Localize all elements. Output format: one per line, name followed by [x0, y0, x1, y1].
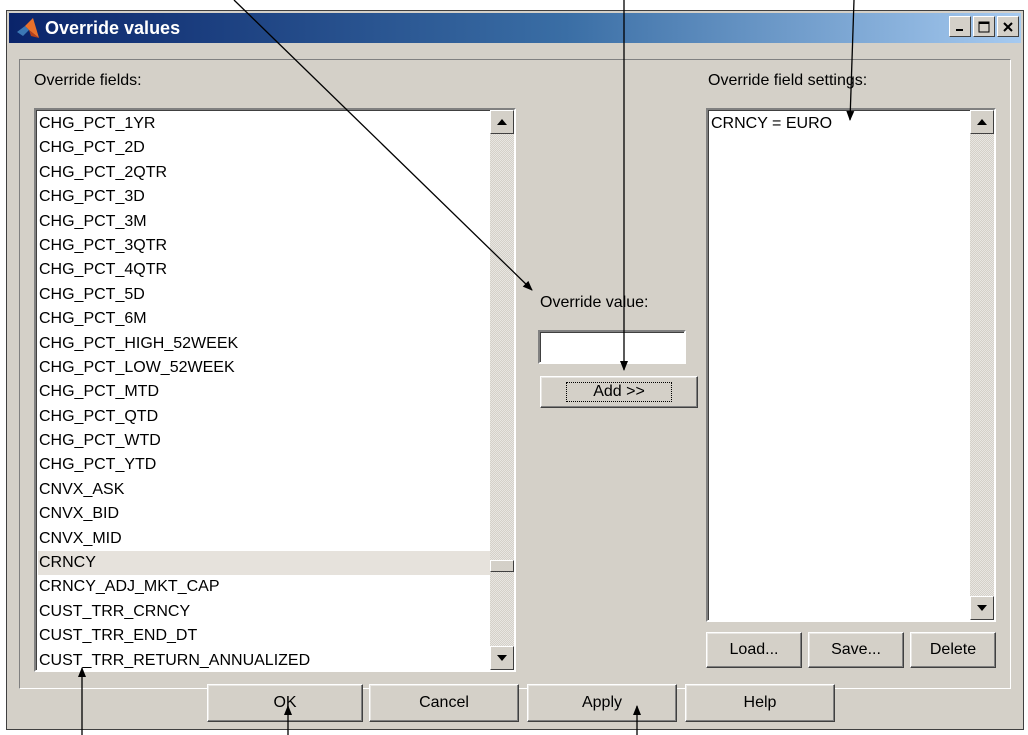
list-item[interactable]: CUST_TRR_RETURN_ANNUALIZED — [38, 649, 514, 670]
override-fields-label: Override fields: — [34, 72, 142, 89]
list-item[interactable]: CHG_PCT_3D — [38, 185, 514, 209]
scrollbar-thumb[interactable] — [490, 560, 514, 572]
list-item[interactable]: CRNCY_ADJ_MKT_CAP — [38, 575, 514, 599]
title-bar[interactable]: Override values — [9, 13, 1021, 43]
list-item[interactable]: CRNCY = EURO — [710, 112, 994, 136]
settings-scrollbar[interactable] — [970, 110, 994, 620]
override-field-settings-label: Override field settings: — [708, 72, 868, 89]
list-item[interactable]: CHG_PCT_LOW_52WEEK — [38, 356, 514, 380]
delete-button[interactable]: Delete — [910, 632, 996, 668]
override-fields-list[interactable]: CHG_PCT_1YR CHG_PCT_2D CHG_PCT_2QTR CHG_PCT… — [34, 108, 516, 672]
list-item[interactable]: CHG_PCT_3QTR — [38, 234, 514, 258]
dialog-window: Override values Override fields: CHG_PCT… — [6, 10, 1024, 730]
main-panel: Override fields: CHG_PCT_1YR CHG_PCT_2D CH… — [19, 59, 1011, 689]
scroll-up-arrow-icon[interactable] — [970, 110, 994, 134]
list-item[interactable]: CHG_PCT_5D — [38, 283, 514, 307]
override-fields-scrollbar[interactable] — [490, 110, 514, 670]
list-item[interactable]: CHG_PCT_4QTR — [38, 258, 514, 282]
list-item[interactable]: CUST_TRR_END_DT — [38, 624, 514, 648]
cancel-button[interactable]: Cancel — [369, 684, 519, 722]
list-item[interactable]: CHG_PCT_6M — [38, 307, 514, 331]
override-field-settings-list[interactable]: CRNCY = EURO — [706, 108, 996, 622]
list-item[interactable]: CHG_PCT_HIGH_52WEEK — [38, 332, 514, 356]
list-item[interactable]: CHG_PCT_2QTR — [38, 161, 514, 185]
list-item[interactable]: CNVX_MID — [38, 527, 514, 551]
list-item[interactable]: CHG_PCT_3M — [38, 210, 514, 234]
list-item[interactable]: CHG_PCT_YTD — [38, 453, 514, 477]
apply-button[interactable]: Apply — [527, 684, 677, 722]
window-title: Override values — [45, 17, 181, 38]
override-value-input[interactable] — [538, 330, 686, 364]
load-button[interactable]: Load... — [706, 632, 802, 668]
close-icon[interactable] — [997, 16, 1019, 37]
list-item[interactable]: CHG_PCT_MTD — [38, 380, 514, 404]
list-item[interactable]: CHG_PCT_WTD — [38, 429, 514, 453]
scroll-down-arrow-icon[interactable] — [970, 596, 994, 620]
list-item[interactable]: CNVX_ASK — [38, 478, 514, 502]
help-button[interactable]: Help — [685, 684, 835, 722]
override-value-label: Override value: — [540, 294, 649, 311]
matlab-logo-icon — [17, 18, 39, 38]
save-button[interactable]: Save... — [808, 632, 904, 668]
list-item[interactable]: CUST_TRR_CRNCY — [38, 600, 514, 624]
minimize-icon[interactable] — [949, 16, 971, 37]
add-button[interactable]: Add >> — [540, 376, 698, 408]
maximize-icon[interactable] — [973, 16, 995, 37]
list-item[interactable]: CHG_PCT_1YR — [38, 112, 514, 136]
scroll-up-arrow-icon[interactable] — [490, 110, 514, 134]
list-item[interactable]: CRNCY — [38, 551, 514, 576]
list-item[interactable]: CHG_PCT_2D — [38, 136, 514, 160]
list-item[interactable]: CHG_PCT_QTD — [38, 405, 514, 429]
override-field-settings-items: CRNCY = EURO — [710, 112, 994, 136]
ok-button[interactable]: OK — [207, 684, 363, 722]
add-button-label: Add >> — [566, 382, 672, 402]
override-fields-items: CHG_PCT_1YR CHG_PCT_2D CHG_PCT_2QTR CHG_PCT… — [38, 112, 514, 670]
list-item[interactable]: CNVX_BID — [38, 502, 514, 526]
scroll-down-arrow-icon[interactable] — [490, 646, 514, 670]
